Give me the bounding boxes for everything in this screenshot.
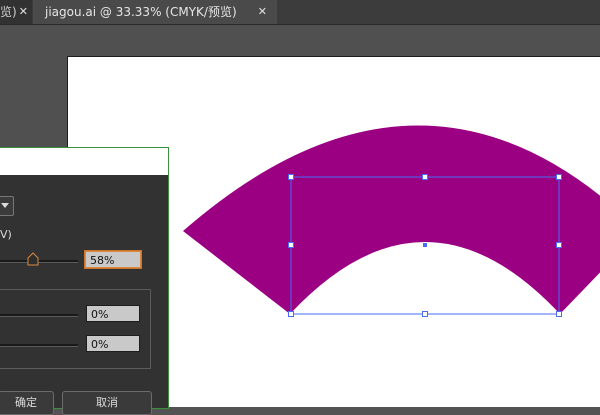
- opacity-field[interactable]: 58%: [85, 251, 141, 268]
- options-group: [0, 289, 151, 369]
- dialog-title-bar[interactable]: [0, 148, 168, 175]
- selection-handle[interactable]: [556, 174, 562, 180]
- selection-handle[interactable]: [288, 174, 294, 180]
- fan-shape[interactable]: [183, 125, 600, 315]
- chevron-down-icon: [1, 203, 9, 208]
- slider-b-track[interactable]: [0, 344, 78, 347]
- selection-handle[interactable]: [288, 242, 294, 248]
- ok-button[interactable]: 确定: [0, 391, 54, 415]
- selection-handle[interactable]: [422, 311, 428, 317]
- selection-handle[interactable]: [556, 311, 562, 317]
- selection-handle[interactable]: [288, 311, 294, 317]
- slider-a-track[interactable]: [0, 314, 78, 317]
- selection-handle[interactable]: [422, 174, 428, 180]
- selection-handle[interactable]: [556, 242, 562, 248]
- opacity-slider-track[interactable]: [0, 260, 78, 263]
- value-field-a[interactable]: 0%: [86, 305, 140, 322]
- center-point: [423, 243, 427, 247]
- cancel-button[interactable]: 取消: [62, 391, 152, 415]
- opacity-slider-thumb[interactable]: [27, 252, 39, 266]
- option-label-v: V): [0, 228, 12, 241]
- transparency-dialog: [0, 147, 169, 409]
- blend-mode-dropdown[interactable]: [0, 196, 14, 216]
- value-field-b[interactable]: 0%: [86, 335, 140, 352]
